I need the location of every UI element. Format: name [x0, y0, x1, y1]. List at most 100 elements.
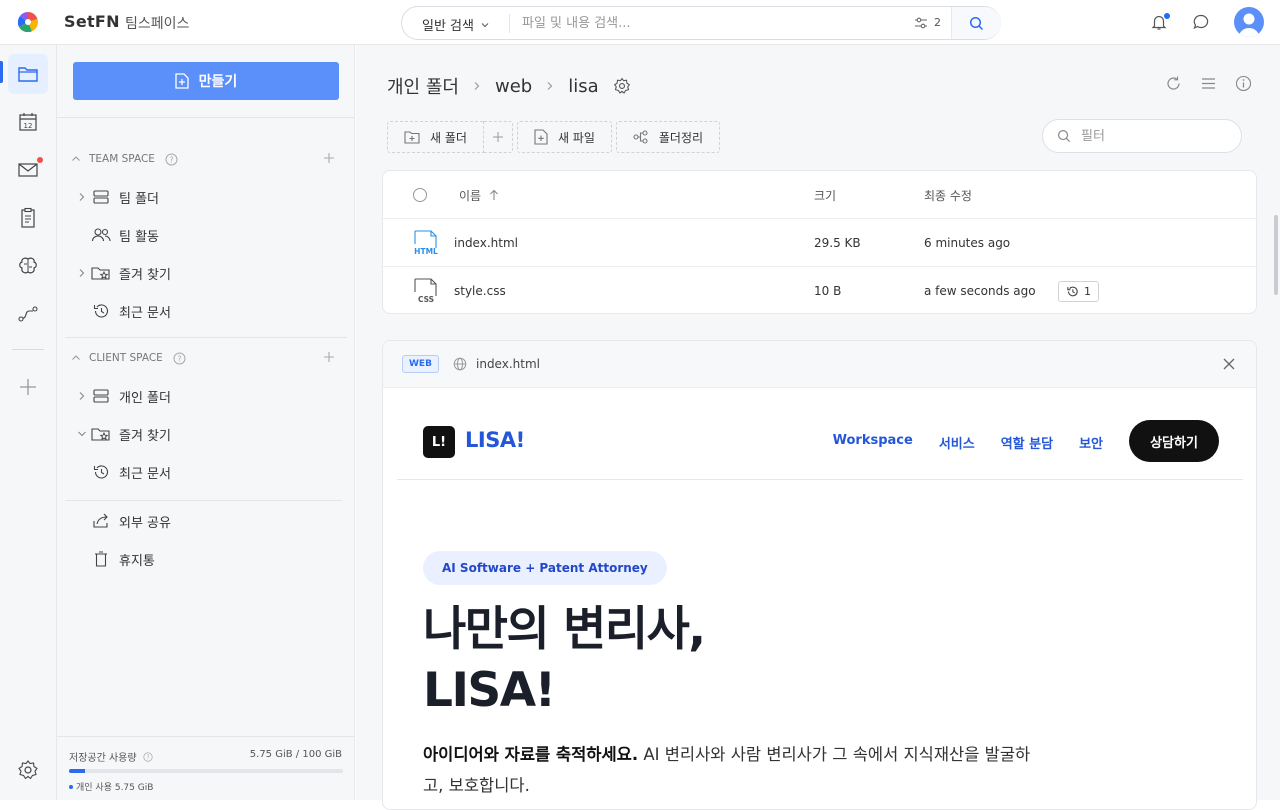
breadcrumb-item[interactable]: lisa [568, 76, 598, 97]
chevron-right-icon [75, 192, 89, 202]
sidebar-item-label: 외부 공유 [119, 515, 171, 531]
view-actions [1165, 75, 1252, 92]
chat-button[interactable] [1192, 13, 1210, 31]
hero-description: 아이디어와 자료를 축적하세요. AI 변리사와 사람 변리사가 그 속에서 지… [423, 739, 1033, 801]
new-file-label: 새 파일 [557, 130, 595, 145]
sidebar-item-external-share[interactable]: 외부 공유 [75, 507, 337, 535]
consult-button[interactable]: 상담하기 [1129, 420, 1219, 462]
sidebar-divider [57, 117, 355, 118]
rail-add-button[interactable] [8, 367, 48, 407]
rail-settings-button[interactable] [8, 750, 48, 790]
sidebar-item-trash[interactable]: 휴지통 [75, 545, 337, 573]
history-icon [91, 463, 111, 481]
team-space-title: TEAM SPACE [89, 153, 155, 165]
client-space-header[interactable]: CLIENT SPACE ? [71, 348, 341, 368]
sidebar-item-personal-folder[interactable]: 개인 폴더 [75, 382, 337, 410]
column-name[interactable]: 이름 [459, 171, 499, 219]
chevron-up-icon [71, 353, 81, 363]
html-file-icon: HTML [411, 219, 441, 267]
select-all-radio[interactable] [413, 171, 427, 219]
site-logo-mark[interactable]: L! [423, 426, 455, 458]
column-name-label: 이름 [459, 188, 482, 203]
sidebar-item-team-favorites[interactable]: 즐겨 찾기 [75, 259, 337, 287]
rail-tasks-button[interactable] [8, 198, 48, 238]
rail-mail-button[interactable] [8, 150, 48, 190]
search-filter-button[interactable]: 2 [914, 16, 941, 29]
table-row[interactable]: CSS style.css 10 B a few seconds ago 1 [383, 267, 1258, 315]
file-name[interactable]: style.css [454, 267, 506, 315]
sidebar-item-label: 팀 폴더 [119, 191, 160, 207]
site-name[interactable]: LISA! [465, 428, 525, 452]
brand-name: SetFN [64, 12, 120, 31]
rail-ai-button[interactable] [8, 246, 48, 286]
search-button[interactable] [951, 7, 1001, 39]
breadcrumb-item[interactable]: web [495, 76, 532, 97]
folder-settings-icon[interactable] [613, 77, 631, 95]
help-icon[interactable]: ? [173, 352, 186, 365]
new-folder-more-button[interactable] [483, 121, 513, 153]
site-nav-link[interactable]: 역할 분담 [1001, 433, 1053, 452]
site-navbar: L! LISA! Workspace 서비스 역할 분담 보안 상담하기 [397, 388, 1243, 480]
rail-workflow-button[interactable] [8, 294, 48, 334]
close-icon[interactable] [1222, 357, 1236, 371]
sidebar-item-team-folder[interactable]: 팀 폴더 [75, 183, 337, 211]
file-name[interactable]: index.html [454, 219, 518, 267]
create-button[interactable]: 만들기 [73, 62, 339, 100]
team-space-header[interactable]: TEAM SPACE ? [71, 149, 341, 169]
column-modified[interactable]: 최종 수정 [924, 171, 972, 219]
sidebar-item-client-favorites[interactable]: 즐겨 찾기 [75, 420, 337, 448]
file-preview: WEB index.html L! LISA! Workspace 서비스 역할… [382, 340, 1257, 810]
svg-text:?: ? [169, 155, 173, 164]
site-nav-link[interactable]: Workspace [833, 433, 913, 452]
app-logo-icon[interactable] [18, 12, 38, 32]
site-nav-link[interactable]: 보안 [1079, 433, 1103, 452]
workspace-name[interactable]: 팀스페이스 [125, 13, 189, 33]
notification-dot [1164, 13, 1170, 19]
info-icon[interactable] [1235, 75, 1252, 92]
help-icon[interactable]: ? [142, 751, 153, 762]
site-nav-link[interactable]: 서비스 [939, 433, 975, 452]
table-row[interactable]: HTML index.html 29.5 KB 6 minutes ago [383, 219, 1258, 267]
gear-icon [17, 759, 39, 781]
organize-folder-button[interactable]: 폴더정리 [615, 121, 721, 153]
sidebar: 만들기 TEAM SPACE ? 팀 폴더 팀 활동 즐겨 찾기 최근 문서 C… [57, 45, 355, 800]
organize-icon [633, 130, 649, 144]
client-space-add-icon[interactable] [323, 351, 335, 363]
history-icon [1066, 285, 1079, 298]
column-size[interactable]: 크기 [814, 171, 836, 219]
hero-desc-bold: 아이디어와 자료를 축적하세요. [423, 745, 639, 764]
rail-active-indicator [0, 61, 3, 83]
rail-calendar-button[interactable]: 12 [8, 102, 48, 142]
top-actions [1150, 7, 1264, 37]
star-folder-icon [91, 426, 111, 442]
new-folder-button[interactable]: 새 폴더 [387, 121, 484, 153]
new-file-button[interactable]: 새 파일 [516, 121, 612, 153]
sidebar-divider [57, 736, 355, 737]
sidebar-item-team-recent[interactable]: 최근 문서 [75, 297, 337, 325]
hero-title-line: LISA! [423, 663, 556, 718]
notification-button[interactable] [1150, 13, 1170, 31]
scrollbar[interactable] [1274, 215, 1278, 295]
svg-text:HTML: HTML [414, 247, 438, 256]
new-folder-label: 새 폴더 [430, 130, 467, 145]
sidebar-item-team-activity[interactable]: 팀 활동 [75, 221, 337, 249]
sliders-icon [914, 17, 928, 29]
version-badge[interactable]: 1 [1058, 267, 1099, 315]
team-space-add-icon[interactable] [323, 152, 335, 164]
sidebar-divider [65, 500, 342, 501]
search-input[interactable] [522, 12, 902, 34]
sidebar-item-label: 최근 문서 [119, 466, 171, 482]
breadcrumb-item[interactable]: 개인 폴더 [387, 73, 459, 99]
server-folder-icon [91, 388, 111, 404]
avatar[interactable] [1234, 7, 1264, 37]
rail-files-button[interactable] [8, 54, 48, 94]
storage-personal: 개인 사용 5.75 GiB [69, 780, 153, 793]
filter-input[interactable] [1081, 128, 1221, 144]
version-history-button[interactable]: 1 [1058, 280, 1099, 302]
sidebar-item-client-recent[interactable]: 최근 문서 [75, 458, 337, 486]
refresh-icon[interactable] [1165, 75, 1182, 92]
storage-progress-fill [69, 769, 85, 773]
search-mode-select[interactable]: 일반 검색 [422, 15, 490, 34]
help-icon[interactable]: ? [165, 153, 178, 166]
list-view-icon[interactable] [1200, 75, 1217, 92]
